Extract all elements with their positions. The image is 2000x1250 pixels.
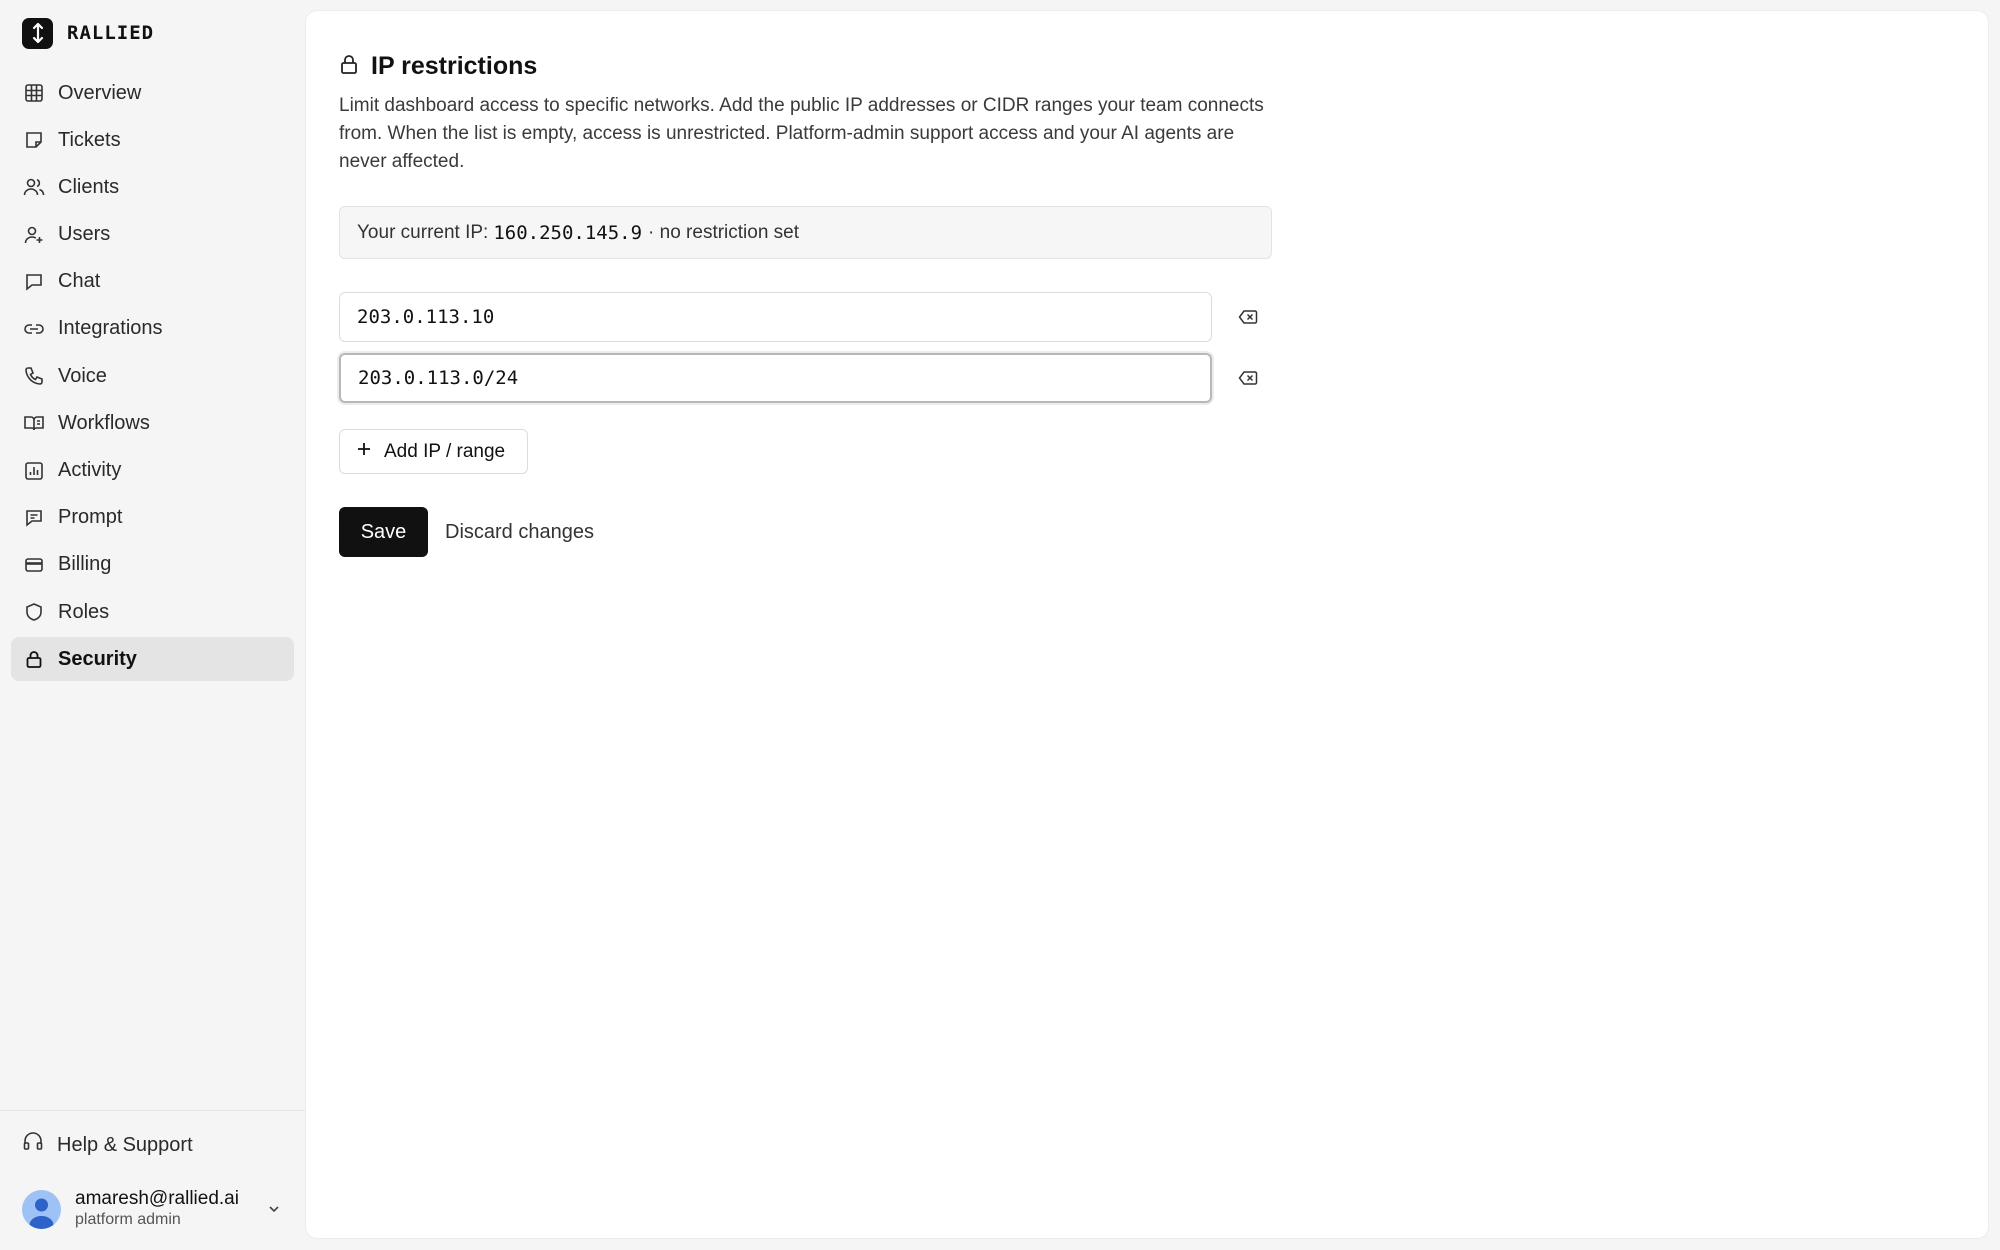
user-menu[interactable]: amaresh@rallied.ai platform admin <box>22 1188 284 1230</box>
lock-icon <box>339 53 359 80</box>
backspace-icon <box>1238 371 1258 385</box>
current-ip-label: Your current IP: <box>357 221 489 243</box>
shield-icon <box>23 601 45 623</box>
sidebar-item-label: Activity <box>58 459 122 481</box>
sidebar-item-roles[interactable]: Roles <box>11 590 294 634</box>
chat-icon <box>23 271 45 293</box>
sidebar-nav: Overview Tickets Clients Users Chat Inte… <box>11 71 294 684</box>
current-ip-status: · no restriction set <box>648 221 800 243</box>
sidebar-item-label: Billing <box>58 553 112 576</box>
sidebar-item-workflows[interactable]: Workflows <box>11 401 294 445</box>
sidebar-item-billing[interactable]: Billing <box>11 543 294 587</box>
grid-icon <box>23 82 45 104</box>
sidebar-item-users[interactable]: Users <box>11 213 294 257</box>
rallied-logo-icon <box>22 17 53 49</box>
help-support-link[interactable]: Help & Support <box>22 1128 193 1162</box>
sidebar-item-label: Roles <box>58 600 110 623</box>
user-info: amaresh@rallied.ai platform admin <box>75 1188 264 1230</box>
sidebar-item-label: Users <box>58 223 111 246</box>
sidebar-item-activity[interactable]: Activity <box>11 449 294 493</box>
brand-name: RALLIED <box>67 22 155 44</box>
save-button[interactable]: Save <box>339 507 428 557</box>
sidebar-item-label: Workflows <box>58 411 150 434</box>
chart-icon <box>23 460 45 482</box>
sidebar-item-label: Chat <box>58 270 101 293</box>
sidebar-item-clients[interactable]: Clients <box>11 165 294 209</box>
ip-restrictions-section: IP restrictions Limit dashboard access t… <box>339 49 1279 557</box>
ip-row <box>339 353 1279 403</box>
add-ip-range-label: Add IP / range <box>384 440 506 462</box>
sidebar: RALLIED Overview Tickets Clients Users C… <box>0 0 305 1250</box>
current-ip-banner: Your current IP: 160.250.145.9 · no rest… <box>339 206 1272 259</box>
sidebar-item-prompt[interactable]: Prompt <box>11 496 294 540</box>
sidebar-item-label: Prompt <box>58 506 123 529</box>
page-header: IP restrictions <box>339 49 1279 83</box>
sidebar-item-label: Voice <box>58 364 107 387</box>
card-icon <box>23 554 45 576</box>
help-support-label: Help & Support <box>57 1133 193 1156</box>
ip-list <box>339 292 1279 403</box>
sidebar-item-tickets[interactable]: Tickets <box>11 118 294 162</box>
avatar <box>22 1189 61 1229</box>
ip-input[interactable] <box>339 292 1212 342</box>
lock-icon <box>23 648 45 670</box>
sidebar-item-chat[interactable]: Chat <box>11 260 294 304</box>
current-ip-value: 160.250.145.9 <box>493 221 643 244</box>
plus-icon <box>356 441 372 463</box>
user-email: amaresh@rallied.ai <box>75 1188 239 1209</box>
sidebar-item-label: Tickets <box>58 128 121 151</box>
users-icon <box>23 176 45 198</box>
chevron-down-icon[interactable] <box>264 1199 284 1219</box>
user-plus-icon <box>23 224 45 246</box>
user-role: platform admin <box>75 1211 181 1228</box>
ticket-icon <box>23 129 45 151</box>
sidebar-item-label: Integrations <box>58 317 163 340</box>
ip-row <box>339 292 1279 342</box>
ip-input[interactable] <box>339 353 1212 403</box>
form-actions: Save Discard changes <box>339 507 1279 557</box>
app: RALLIED Overview Tickets Clients Users C… <box>0 0 2000 1250</box>
remove-ip-button[interactable] <box>1234 364 1262 392</box>
brand[interactable]: RALLIED <box>22 17 155 49</box>
link-icon <box>23 318 45 340</box>
backspace-icon <box>1238 310 1258 324</box>
book-icon <box>23 412 45 434</box>
phone-icon <box>23 365 45 387</box>
sidebar-item-integrations[interactable]: Integrations <box>11 307 294 351</box>
sidebar-item-label: Clients <box>58 175 120 198</box>
sidebar-item-security[interactable]: Security <box>11 637 294 682</box>
sidebar-item-label: Overview <box>58 81 142 104</box>
sidebar-item-label: Security <box>58 647 137 670</box>
message-icon <box>23 507 45 529</box>
remove-ip-button[interactable] <box>1234 303 1262 331</box>
main-panel: IP restrictions Limit dashboard access t… <box>305 10 1989 1239</box>
page-description: Limit dashboard access to specific netwo… <box>339 95 1264 172</box>
discard-changes-button[interactable]: Discard changes <box>445 521 594 544</box>
add-ip-range-button[interactable]: Add IP / range <box>339 429 528 474</box>
sidebar-divider <box>0 1110 305 1111</box>
headset-icon <box>22 1132 44 1158</box>
sidebar-item-voice[interactable]: Voice <box>11 354 294 398</box>
sidebar-item-overview[interactable]: Overview <box>11 71 294 115</box>
page-title: IP restrictions <box>371 51 538 80</box>
